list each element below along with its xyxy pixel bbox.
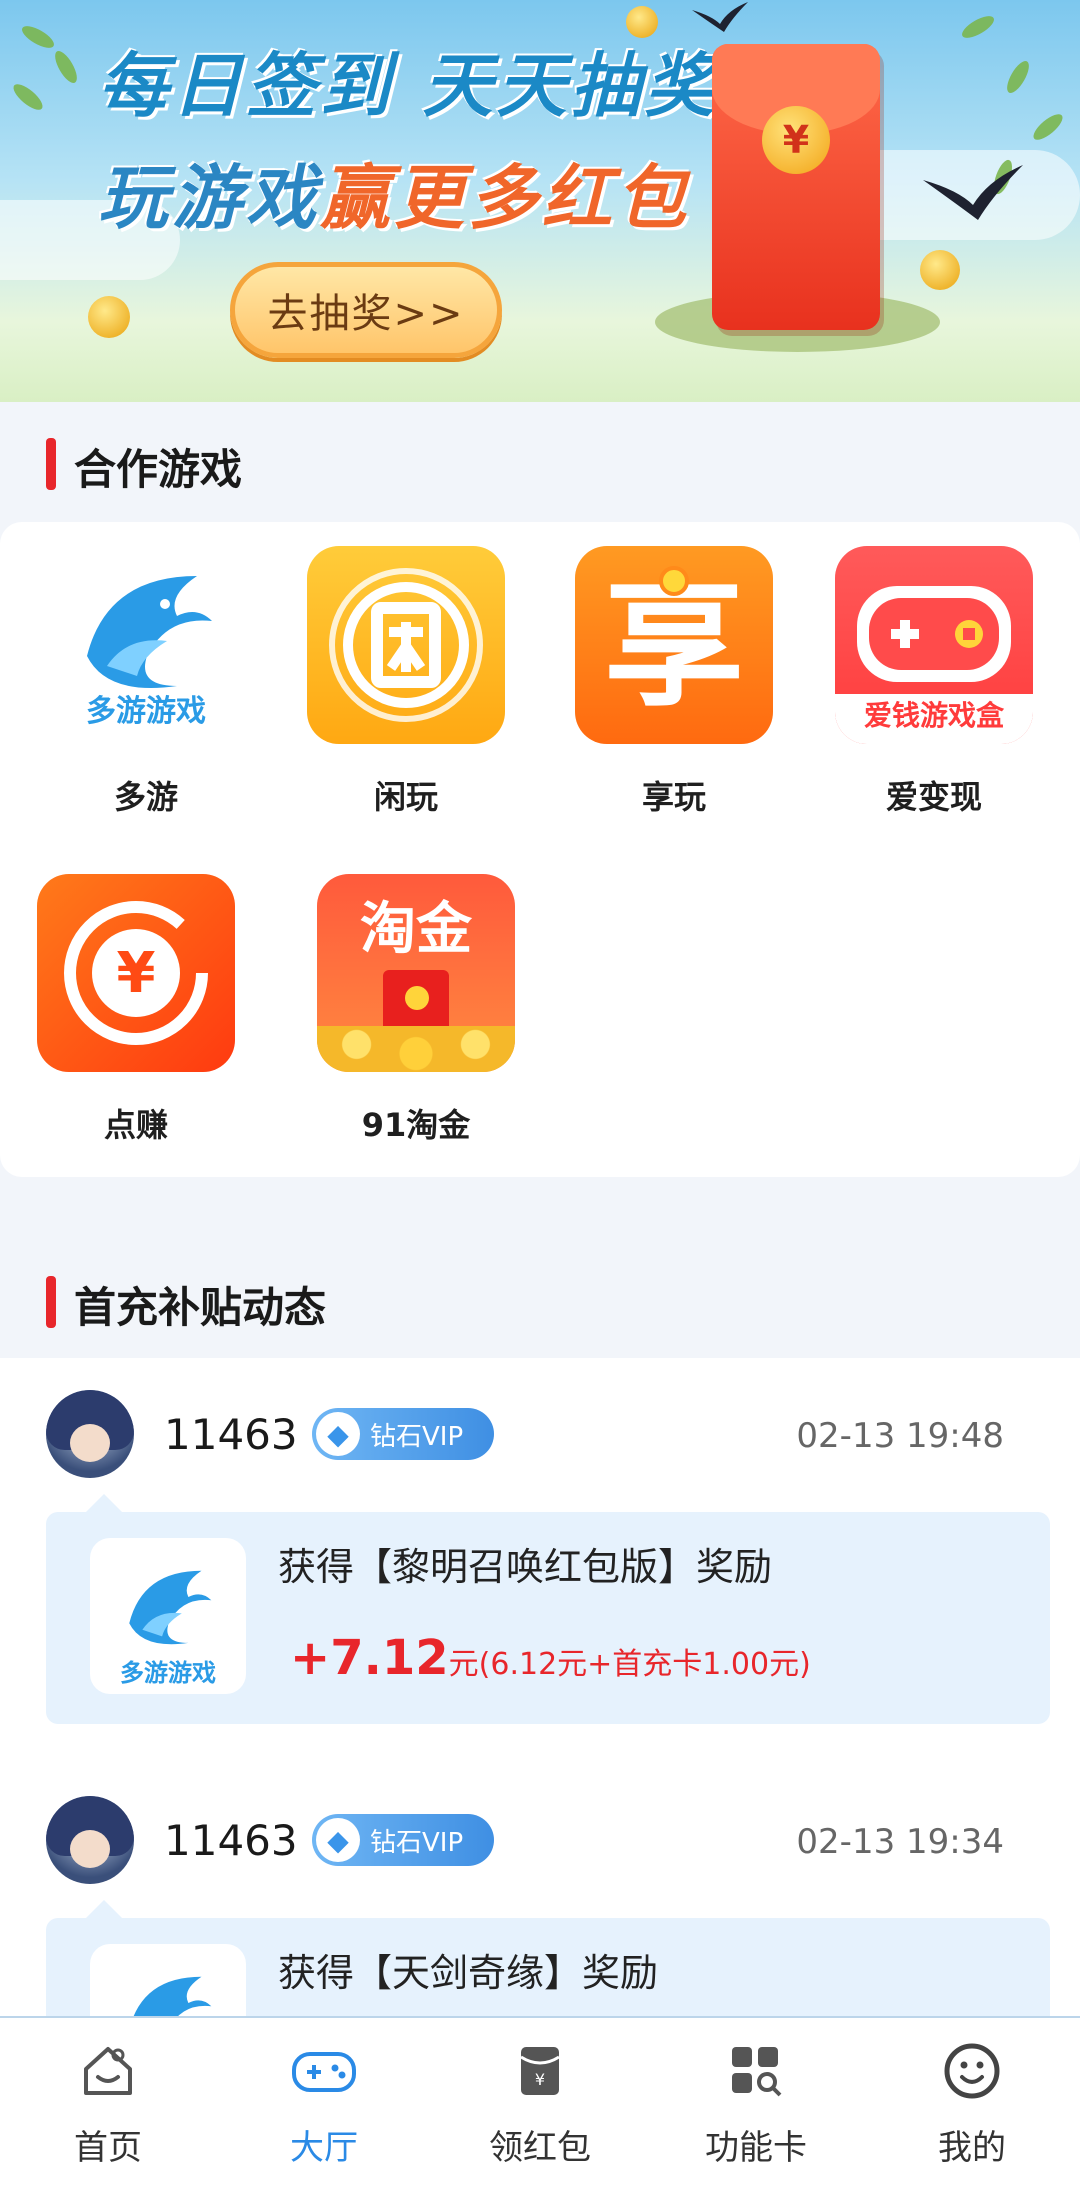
xianwan-icon	[307, 546, 505, 744]
nav-me[interactable]: 我的	[864, 2018, 1080, 2208]
lottery-banner[interactable]: 每日签到 天天抽奖 玩游戏赢更多红包 ¥ 去抽奖>>	[0, 0, 1080, 402]
reward-bubble: 多游游戏 获得【黎明召唤红包版】奖励 +7.12元(6.12元+首充卡1.00元…	[46, 1494, 1050, 1724]
section-marker	[46, 1276, 56, 1328]
game-name: 点赚	[103, 1106, 168, 1144]
nav-home[interactable]: 首页	[0, 2018, 216, 2208]
go-lottery-button[interactable]: 去抽奖>>	[230, 262, 502, 358]
banner-subheadline: 玩游戏赢更多红包	[98, 157, 690, 239]
user-id: 11463	[164, 1816, 298, 1865]
leaf-decoration	[1002, 57, 1034, 97]
leaf-decoration	[9, 80, 47, 114]
leaf-decoration	[958, 11, 998, 43]
swallow-icon	[923, 165, 1023, 220]
section-title: 合作游戏	[74, 445, 243, 494]
nav-function-card[interactable]: 功能卡	[648, 2018, 864, 2208]
banner-headline: 每日签到 天天抽奖	[98, 45, 719, 127]
avatar	[46, 1390, 134, 1478]
subsidy-feed: 11463 ◆ 钻石VIP 02-13 19:48 多游游戏 获得【黎明召唤红包…	[0, 1358, 1080, 2130]
leaf-decoration	[1029, 110, 1067, 144]
partner-games-grid: 多游游戏 多游 闲玩 享 享玩 爱钱游戏盒 爱变现 ¥ 点赚 淘金 91淘金	[0, 522, 1080, 1177]
red-packet-icon: ¥	[507, 2038, 573, 2104]
reward-text: 获得【黎明召唤红包版】奖励	[278, 1545, 773, 1589]
reward-amount: +7.12元(6.12元+首充卡1.00元)	[290, 1630, 811, 1686]
game-name: 闲玩	[373, 778, 438, 816]
svg-text:¥: ¥	[535, 2070, 545, 2089]
xiangwan-icon: 享	[575, 546, 773, 744]
duoyou-dolphin-icon: 多游游戏	[47, 546, 245, 744]
smiley-icon	[939, 2038, 1005, 2104]
gold-coin-decoration	[920, 250, 960, 290]
game-name: 多游	[113, 778, 178, 816]
aibianxian-gamepad-icon: 爱钱游戏盒	[835, 546, 1033, 744]
nav-hall[interactable]: 大厅	[216, 2018, 432, 2208]
grid-search-icon	[723, 2038, 789, 2104]
partner-games-header: 合作游戏	[0, 402, 1080, 520]
diamond-icon: ◆	[316, 1412, 360, 1456]
leaf-decoration	[50, 47, 82, 87]
game-dianzhuan[interactable]: ¥ 点赚	[36, 874, 236, 1146]
avatar	[46, 1796, 134, 1884]
leaf-decoration	[18, 21, 58, 53]
gold-coin-decoration	[88, 296, 130, 338]
game-91taojin[interactable]: 淘金 91淘金	[316, 874, 516, 1146]
game-aibianxian[interactable]: 爱钱游戏盒 爱变现	[834, 546, 1034, 818]
duoyou-dolphin-icon: 多游游戏	[90, 1538, 246, 1694]
gamepad-icon	[291, 2038, 357, 2104]
game-xiangwan[interactable]: 享 享玩	[574, 546, 774, 818]
game-xianwan[interactable]: 闲玩	[306, 546, 506, 818]
bottom-nav: 首页 大厅 ¥ 领红包 功能卡 我的	[0, 2016, 1080, 2208]
swallow-icon	[692, 2, 748, 32]
subsidy-feed-header: 首充补贴动态	[0, 1240, 1080, 1358]
dianzhuan-coin-icon: ¥	[37, 874, 235, 1072]
game-name: 爱变现	[885, 778, 982, 816]
section-marker	[46, 438, 56, 490]
user-id: 11463	[164, 1410, 298, 1459]
game-name: 享玩	[641, 778, 706, 816]
game-duoyou[interactable]: 多游游戏 多游	[46, 546, 246, 818]
game-name: 91淘金	[361, 1106, 471, 1144]
diamond-icon: ◆	[316, 1818, 360, 1862]
red-packet-image: ¥	[712, 44, 880, 330]
taojin-icon: 淘金	[317, 874, 515, 1072]
gold-coin-decoration	[626, 6, 658, 38]
home-icon	[75, 2038, 141, 2104]
timestamp: 02-13 19:48	[796, 1416, 1004, 1456]
vip-badge: ◆ 钻石VIP	[312, 1814, 494, 1866]
reward-text: 获得【天剑奇缘】奖励	[278, 1951, 659, 1995]
timestamp: 02-13 19:34	[796, 1822, 1004, 1862]
nav-red-packet[interactable]: ¥ 领红包	[432, 2018, 648, 2208]
section-title: 首充补贴动态	[74, 1283, 327, 1332]
vip-badge: ◆ 钻石VIP	[312, 1408, 494, 1460]
